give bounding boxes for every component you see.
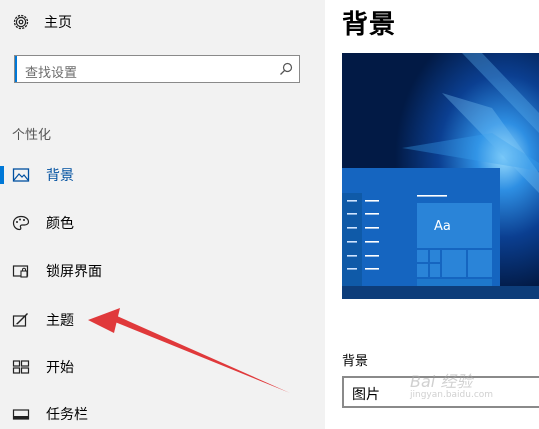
- dropdown-selected-value: 图片: [352, 387, 380, 403]
- sidebar-item-colors[interactable]: 颜色: [0, 210, 325, 236]
- home-label: 主页: [44, 15, 72, 31]
- background-field-label: 背景: [342, 354, 369, 369]
- start-tiles-icon: [12, 360, 30, 374]
- lock-screen-icon: [12, 265, 29, 278]
- gear-icon: [13, 14, 29, 30]
- settings-sidebar: 主页 查找设置 个性化 背景 颜色 锁屏界面 主题 开始 任务栏: [0, 0, 325, 429]
- sidebar-item-label: 锁屏界面: [46, 264, 102, 280]
- page-title: 背景: [342, 10, 397, 40]
- home-nav-item[interactable]: 主页: [12, 10, 72, 34]
- sidebar-item-taskbar[interactable]: 任务栏: [0, 401, 325, 427]
- sidebar-item-label: 任务栏: [46, 407, 88, 423]
- taskbar-icon: [12, 409, 30, 420]
- palette-icon: [12, 215, 30, 231]
- sidebar-item-lock-screen[interactable]: 锁屏界面: [0, 258, 325, 284]
- search-icon[interactable]: [279, 62, 293, 76]
- selection-indicator: [0, 166, 4, 184]
- sidebar-item-label: 背景: [46, 168, 74, 184]
- baidu-watermark: Bai 经验 jingyan.baidu.com: [410, 368, 493, 400]
- section-title: 个性化: [12, 128, 52, 143]
- watermark-text: Bai 经验: [410, 372, 473, 391]
- watermark-subtext: jingyan.baidu.com: [410, 390, 494, 400]
- sidebar-item-start[interactable]: 开始: [0, 354, 325, 380]
- search-focus-bar: [15, 56, 17, 82]
- desktop-preview-image: [342, 53, 539, 299]
- search-placeholder: 查找设置: [25, 66, 78, 81]
- sidebar-item-label: 开始: [46, 360, 74, 376]
- sidebar-item-label: 颜色: [46, 216, 74, 232]
- sidebar-item-themes[interactable]: 主题: [0, 307, 325, 333]
- background-preview: Aa: [342, 53, 539, 299]
- theme-icon: [12, 313, 28, 327]
- preview-tile-text: Aa: [434, 219, 451, 234]
- picture-icon: [12, 168, 30, 182]
- sidebar-item-label: 主题: [46, 313, 74, 329]
- sidebar-item-background[interactable]: 背景: [0, 162, 325, 188]
- search-input[interactable]: 查找设置: [14, 55, 300, 83]
